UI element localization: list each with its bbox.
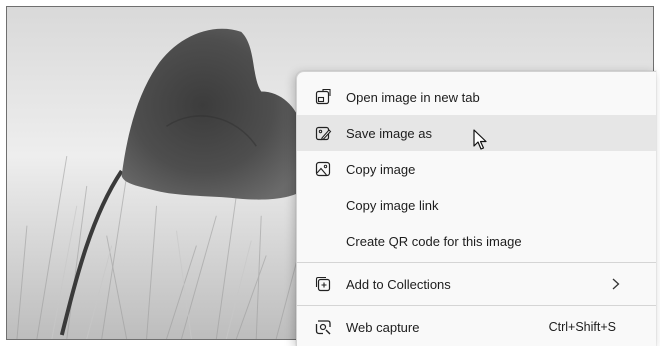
menu-item-label: Web capture <box>346 319 420 335</box>
menu-item-label: Add to Collections <box>346 276 451 292</box>
save-image-icon <box>314 124 332 142</box>
menu-item-label: Create QR code for this image <box>346 233 522 249</box>
menu-item-label: Save image as <box>346 125 432 141</box>
menu-item-label: Copy image <box>346 161 416 177</box>
add-collection-icon <box>314 275 332 293</box>
menu-item-copy-image[interactable]: Copy image <box>297 151 656 187</box>
menu-item-save-image-as[interactable]: Save image as <box>297 115 656 151</box>
menu-item-add-to-collections[interactable]: Add to Collections <box>297 266 656 302</box>
context-menu: Open image in new tab Save image as Copy… <box>296 71 656 346</box>
chevron-right-icon <box>610 277 622 291</box>
menu-item-copy-image-link[interactable]: Copy image link <box>297 187 656 223</box>
menu-item-open-image-new-tab[interactable]: Open image in new tab <box>297 79 656 115</box>
menu-item-create-qr-code[interactable]: Create QR code for this image <box>297 223 656 259</box>
copy-image-icon <box>314 160 332 178</box>
menu-item-web-capture[interactable]: Web capture Ctrl+Shift+S <box>297 309 656 345</box>
open-new-tab-icon <box>314 88 332 106</box>
menu-item-shortcut: Ctrl+Shift+S <box>548 320 616 334</box>
menu-item-label: Copy image link <box>346 197 439 213</box>
menu-divider <box>297 262 656 263</box>
web-capture-icon <box>314 318 332 336</box>
menu-divider <box>297 305 656 306</box>
menu-item-label: Open image in new tab <box>346 89 480 105</box>
